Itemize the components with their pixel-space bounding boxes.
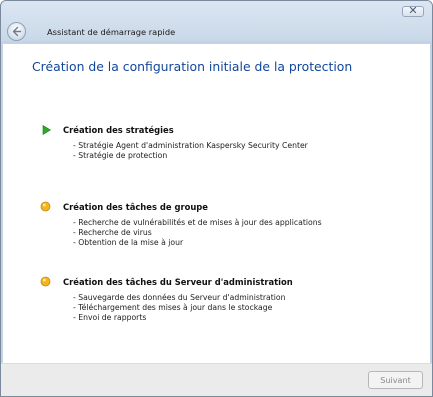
page-title: Création de la configuration initiale de… <box>32 59 353 74</box>
title-bar: Assistant de démarrage rapide ✕ <box>1 1 432 41</box>
yellow-circle-icon <box>40 276 51 287</box>
list-item: - Stratégie Agent d'administration Kaspe… <box>73 141 308 150</box>
list-item: - Envoi de rapports <box>73 313 147 322</box>
list-item: - Stratégie de protection <box>73 151 168 160</box>
back-arrow-icon <box>12 26 22 37</box>
next-button[interactable]: Suivant <box>368 371 423 389</box>
list-item: - Obtention de la mise à jour <box>73 238 184 247</box>
list-item: - Téléchargement des mises à jour dans l… <box>73 303 273 312</box>
section-title: Création des tâches du Serveur d'adminis… <box>63 277 293 287</box>
wizard-title: Assistant de démarrage rapide <box>47 27 176 37</box>
section-title: Création des stratégies <box>63 125 174 135</box>
list-item: - Recherche de virus <box>73 228 152 237</box>
close-button[interactable]: ✕ <box>402 4 424 17</box>
close-icon: ✕ <box>408 4 418 17</box>
wizard-content: Création de la configuration initiale de… <box>3 44 430 363</box>
wizard-window: Assistant de démarrage rapide ✕ Création… <box>0 0 433 397</box>
list-item: - Recherche de vulnérabilités et de mise… <box>73 218 322 227</box>
list-item: - Sauvegarde des données du Serveur d'ad… <box>73 293 286 302</box>
yellow-circle-icon <box>40 201 51 212</box>
back-button[interactable] <box>7 22 26 41</box>
green-play-arrow-icon <box>42 125 51 135</box>
wizard-footer: Suivant <box>1 363 432 396</box>
section-title: Création des tâches de groupe <box>63 202 208 212</box>
